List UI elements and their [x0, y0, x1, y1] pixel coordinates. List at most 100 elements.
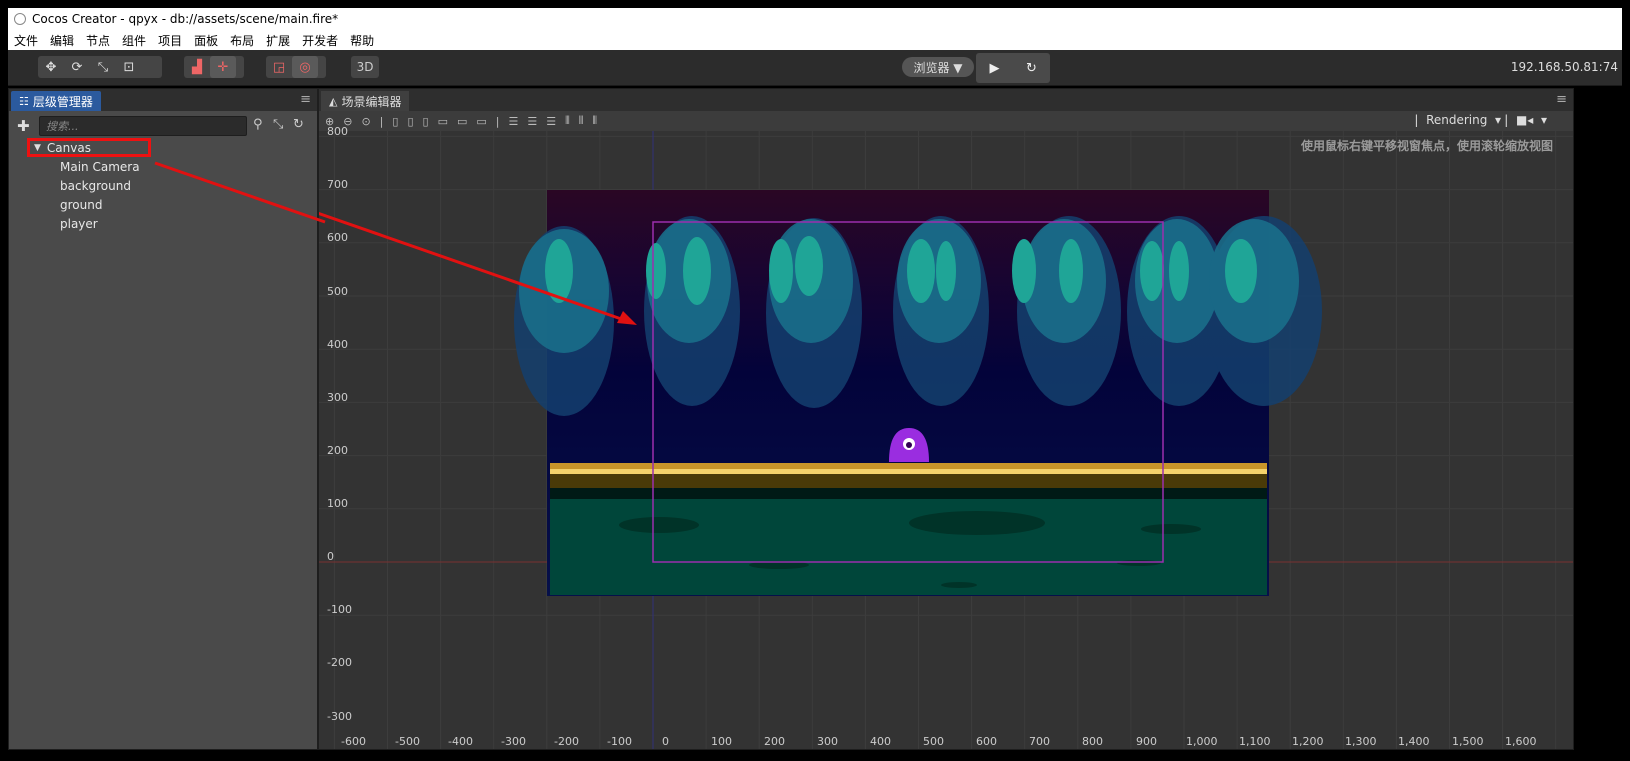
- divider: |: [1414, 113, 1427, 127]
- tree-node-label: player: [60, 216, 98, 231]
- distribute-bottom-icon[interactable]: ☰: [546, 115, 556, 128]
- tree-node-canvas[interactable]: ▼ Canvas: [27, 138, 151, 157]
- tree-node-label: ground: [60, 197, 103, 212]
- x-tick: 300: [817, 735, 838, 748]
- y-tick: 300: [327, 391, 348, 404]
- x-tick: 800: [1082, 735, 1103, 748]
- tree-node-label: Main Camera: [60, 159, 140, 174]
- tab-hierarchy[interactable]: ☷ 层级管理器: [11, 91, 101, 111]
- move-tool-icon[interactable]: ✥: [38, 56, 64, 78]
- x-tick: 0: [662, 735, 669, 748]
- search-input[interactable]: 搜索...: [39, 116, 247, 136]
- rect-tool-icon[interactable]: ⊡: [116, 56, 142, 78]
- hierarchy-tab-label: 层级管理器: [32, 94, 93, 109]
- x-tick: 600: [976, 735, 997, 748]
- search-icon[interactable]: ⚲: [253, 117, 263, 132]
- align-center-v-icon[interactable]: ▭: [457, 115, 467, 128]
- x-tick: 500: [923, 735, 944, 748]
- scene-toolbar: ⊕ ⊖ ⊙ | ▯ ▯ ▯ ▭ ▭ ▭ | ☰ ☰ ☰ ⫴ ⫴ ⫴: [319, 111, 1573, 131]
- y-tick: 500: [327, 285, 348, 298]
- collapse-icon[interactable]: ⤡: [273, 117, 283, 132]
- y-tick: 100: [327, 497, 348, 510]
- divider: |: [495, 114, 500, 128]
- 3d-mode-button[interactable]: 3D: [351, 56, 379, 78]
- distribute-left-icon[interactable]: ⫴: [565, 114, 570, 128]
- camera-icon: ■◂: [1515, 113, 1534, 127]
- menu-node[interactable]: 节点: [80, 32, 116, 49]
- pivot-icon[interactable]: ▟: [184, 56, 210, 78]
- align-left-icon[interactable]: ▯: [392, 115, 398, 128]
- x-tick: -300: [501, 735, 526, 748]
- preview-platform-select[interactable]: 浏览器 ▼: [902, 57, 974, 77]
- y-tick: 400: [327, 338, 348, 351]
- menu-help[interactable]: 帮助: [344, 32, 380, 49]
- main-toolbar: ✥ ⟳ ⤡ ⊡ ▟ ✛ ◲ ◎ 3D 浏览器 ▼ ▶ ↻ 192.168.50.…: [8, 50, 1622, 86]
- y-tick: -300: [327, 710, 352, 723]
- distribute-center-icon[interactable]: ☰: [527, 115, 537, 128]
- menu-layout[interactable]: 布局: [224, 32, 260, 49]
- x-tick: 1,100: [1239, 735, 1271, 748]
- x-tick: 700: [1029, 735, 1050, 748]
- y-tick: 700: [327, 178, 348, 191]
- play-icon[interactable]: ▶: [976, 53, 1013, 83]
- menu-extension[interactable]: 扩展: [260, 32, 296, 49]
- tree-node-background[interactable]: background: [60, 176, 131, 195]
- space-tools: ◲ ◎: [266, 56, 326, 78]
- align-right-icon[interactable]: ▯: [423, 115, 429, 128]
- x-tick: -100: [607, 735, 632, 748]
- menu-edit[interactable]: 编辑: [44, 32, 80, 49]
- rendering-label: Rendering: [1426, 113, 1488, 127]
- y-tick: -200: [327, 656, 352, 669]
- align-top-icon[interactable]: ▭: [438, 115, 448, 128]
- scene-canvas[interactable]: [319, 131, 1574, 750]
- local-space-icon[interactable]: ◲: [266, 56, 292, 78]
- x-tick: 100: [711, 735, 732, 748]
- add-node-icon[interactable]: ✚: [17, 117, 30, 135]
- tree-node-player[interactable]: player: [60, 214, 98, 233]
- app-icon: [14, 13, 26, 25]
- panel-menu-icon[interactable]: ≡: [300, 92, 311, 107]
- x-tick: 1,500: [1452, 735, 1484, 748]
- camera-dropdown[interactable]: | ■◂ ▾: [1504, 113, 1547, 127]
- distribute-middle-icon[interactable]: ⫴: [579, 114, 584, 128]
- x-tick: 1,000: [1186, 735, 1218, 748]
- panel-menu-icon[interactable]: ≡: [1556, 92, 1567, 107]
- align-center-h-icon[interactable]: ▯: [407, 115, 413, 128]
- x-tick: -500: [395, 735, 420, 748]
- x-tick: 200: [764, 735, 785, 748]
- x-tick: 1,400: [1398, 735, 1430, 748]
- refresh-icon[interactable]: ↻: [1013, 53, 1050, 83]
- divider: |: [379, 114, 384, 128]
- menu-component[interactable]: 组件: [116, 32, 152, 49]
- rotate-tool-icon[interactable]: ⟳: [64, 56, 90, 78]
- x-tick: 1,200: [1292, 735, 1324, 748]
- scene-editor-panel: ◭ 场景编辑器 ≡ ⊕ ⊖ ⊙ | ▯ ▯ ▯ ▭ ▭ ▭ | ☰ ☰ ☰ ⫴ …: [318, 88, 1574, 750]
- menu-file[interactable]: 文件: [8, 32, 44, 49]
- preview-ip: 192.168.50.81:74: [1510, 60, 1618, 74]
- menu-panel[interactable]: 面板: [188, 32, 224, 49]
- expand-arrow-icon[interactable]: ▼: [34, 143, 41, 153]
- tab-scene-editor[interactable]: ◭ 场景编辑器: [321, 91, 410, 111]
- menu-developer[interactable]: 开发者: [296, 32, 344, 49]
- rendering-dropdown[interactable]: | Rendering ▾: [1414, 113, 1501, 127]
- scene-tab-label: 场景编辑器: [341, 94, 402, 109]
- distribute-top-icon[interactable]: ☰: [509, 115, 519, 128]
- distribute-right-icon[interactable]: ⫴: [592, 114, 597, 128]
- scene-viewport[interactable]: 800 700 600 500 400 300 200 100 0 -100 -…: [319, 125, 1574, 750]
- divider: |: [1504, 113, 1516, 127]
- zoom-reset-icon[interactable]: ⊙: [361, 115, 370, 128]
- align-bottom-icon[interactable]: ▭: [476, 115, 486, 128]
- y-tick: 800: [327, 125, 348, 138]
- y-tick: 600: [327, 231, 348, 244]
- tree-icon: ☷: [19, 94, 29, 108]
- scene-tab-row: ◭ 场景编辑器 ≡: [319, 89, 1573, 111]
- x-tick: -200: [554, 735, 579, 748]
- play-controls: ▶ ↻: [976, 53, 1050, 83]
- tree-node-ground[interactable]: ground: [60, 195, 102, 214]
- scale-tool-icon[interactable]: ⤡: [90, 56, 116, 78]
- center-icon[interactable]: ✛: [210, 56, 236, 78]
- tree-node-main-camera[interactable]: Main Camera: [60, 157, 140, 176]
- menu-project[interactable]: 项目: [152, 32, 188, 49]
- refresh-icon[interactable]: ↻: [293, 117, 304, 132]
- global-space-icon[interactable]: ◎: [292, 56, 318, 78]
